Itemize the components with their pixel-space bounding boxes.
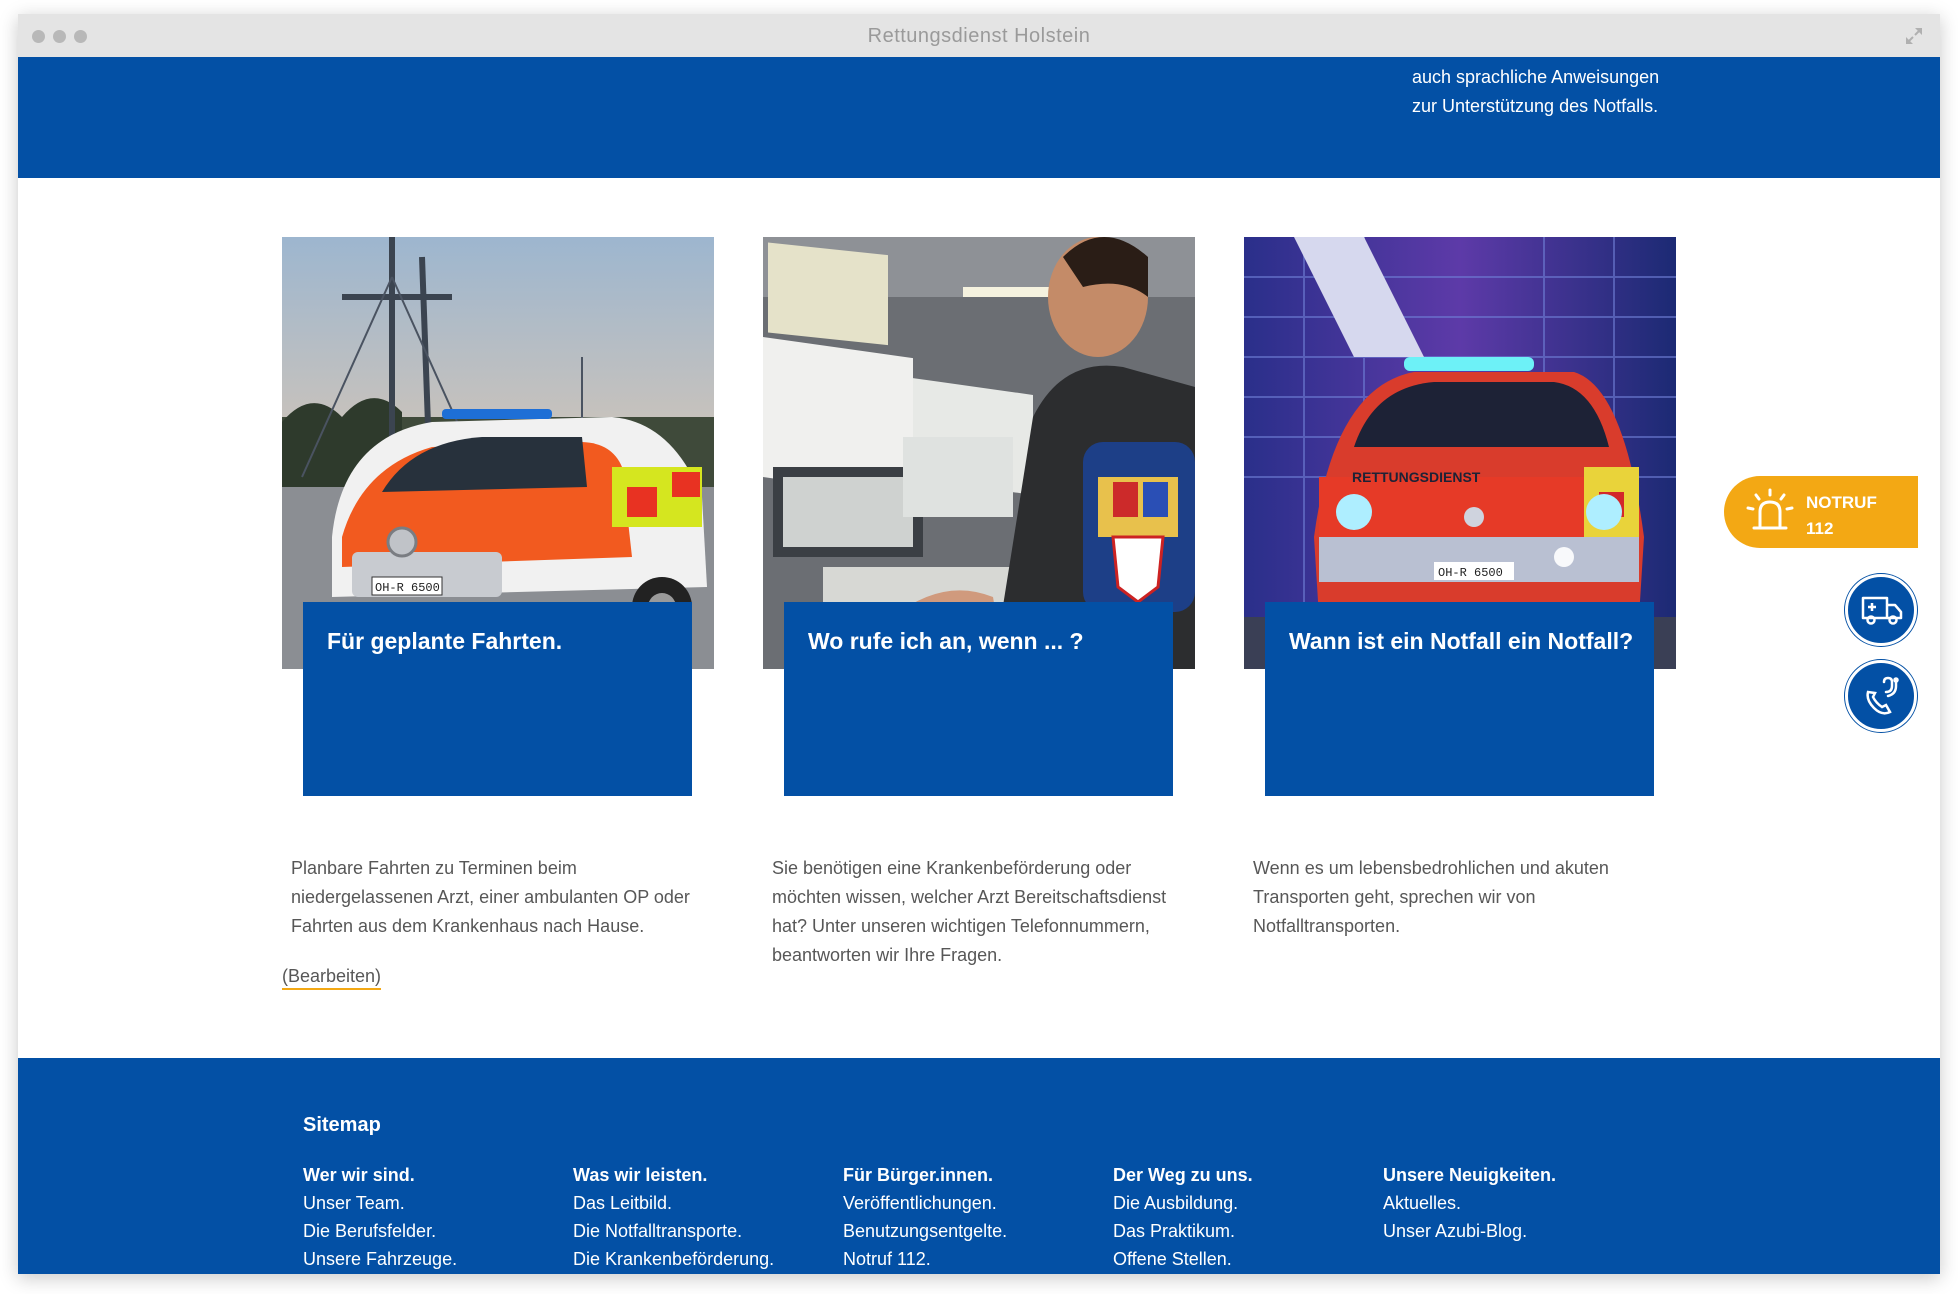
- sitemap-title: Sitemap: [303, 1114, 381, 1136]
- hero-text: auch sprachliche Anweisungen zur Unterst…: [1412, 63, 1659, 121]
- sitemap-link[interactable]: Die Notfalltransporte.: [573, 1217, 823, 1245]
- sitemap-link[interactable]: Die Ausbildung.: [1113, 1189, 1363, 1217]
- ambulance-icon: [1861, 596, 1903, 625]
- card-1-plate-text: OH-R 6500: [375, 581, 440, 595]
- sitemap-link[interactable]: Die Berufsfelder.: [303, 1217, 553, 1245]
- card-title-emergency: Wann ist ein Notfall ein Notfall?: [1289, 628, 1634, 654]
- transport-button[interactable]: [1845, 574, 1917, 646]
- notruf-label-line-1: NOTRUF: [1806, 493, 1877, 512]
- edit-link[interactable]: (Bearbeiten): [282, 966, 382, 990]
- sitemap-column-who-we-are: Wer wir sind. Unser Team. Die Berufsfeld…: [303, 1161, 553, 1273]
- sitemap-heading[interactable]: Was wir leisten.: [573, 1161, 823, 1189]
- card-box-emergency[interactable]: Wann ist ein Notfall ein Notfall?: [1265, 602, 1654, 796]
- notruf-label-line-2: 112: [1806, 519, 1834, 538]
- card-3-plate-text: OH-R 6500: [1438, 566, 1503, 580]
- sitemap-link[interactable]: Das Praktikum.: [1113, 1217, 1363, 1245]
- sitemap-link[interactable]: Benutzungsentgelte.: [843, 1217, 1093, 1245]
- sitemap-column-news: Unsere Neuigkeiten. Aktuelles. Unser Azu…: [1383, 1161, 1633, 1245]
- sitemap-link[interactable]: Unser Team.: [303, 1189, 553, 1217]
- sitemap-link[interactable]: Unser Azubi-Blog.: [1383, 1217, 1633, 1245]
- notruf-button[interactable]: NOTRUF 112: [1724, 476, 1918, 548]
- card-description-planned-rides: Planbare Fahrten zu Terminen beim nieder…: [291, 858, 690, 936]
- browser-window: Rettungsdienst Holstein auch sprachliche…: [18, 14, 1940, 1274]
- hero-text-line-1: auch sprachliche Anweisungen: [1412, 67, 1660, 87]
- sitemap-link[interactable]: Das Leitbild.: [573, 1189, 823, 1217]
- sitemap-heading[interactable]: Unsere Neuigkeiten.: [1383, 1161, 1633, 1189]
- sitemap-link[interactable]: Aktuelles.: [1383, 1189, 1633, 1217]
- sitemap-heading[interactable]: Für Bürger.innen.: [843, 1161, 1093, 1189]
- sitemap-link[interactable]: Veröffentlichungen.: [843, 1189, 1093, 1217]
- siren-icon: [1746, 488, 1794, 530]
- notruf-label: NOTRUF 112: [1806, 490, 1877, 542]
- card-description-emergency: Wenn es um lebensbedrohlichen und akuten…: [1253, 858, 1609, 936]
- card-title-whom-to-call: Wo rufe ich an, wenn ... ?: [808, 628, 1084, 654]
- sitemap-link[interactable]: Unsere Fahrzeuge.: [303, 1245, 553, 1273]
- card-title-planned-rides: Für geplante Fahrten.: [327, 628, 563, 654]
- hero-text-line-2: zur Unterstützung des Notfalls.: [1412, 96, 1659, 116]
- footer: Sitemap Wer wir sind. Unser Team. Die Be…: [18, 1058, 1940, 1274]
- phone-stethoscope-icon: [1866, 676, 1899, 715]
- sitemap-heading[interactable]: Wer wir sind.: [303, 1161, 553, 1189]
- phone-doctor-button[interactable]: [1845, 660, 1917, 732]
- sitemap-column-what-we-do: Was wir leisten. Das Leitbild. Die Notfa…: [573, 1161, 823, 1273]
- sitemap-link[interactable]: Die Krankenbeförderung.: [573, 1245, 823, 1273]
- hero-section: auch sprachliche Anweisungen zur Unterst…: [18, 57, 1940, 178]
- card-description-whom-to-call: Sie benötigen eine Krankenbeförderung od…: [772, 858, 1167, 965]
- window-titlebar: Rettungsdienst Holstein: [18, 14, 1940, 58]
- card-box-whom-to-call[interactable]: Wo rufe ich an, wenn ... ?: [784, 602, 1173, 796]
- card-3-vehicle-label: RETTUNGSDIENST: [1352, 469, 1481, 485]
- fullscreen-icon[interactable]: [1904, 26, 1924, 46]
- sitemap-link[interactable]: Notruf 112.: [843, 1245, 1093, 1273]
- card-box-planned-rides[interactable]: Für geplante Fahrten.: [303, 602, 692, 796]
- sitemap-heading[interactable]: Der Weg zu uns.: [1113, 1161, 1363, 1189]
- sitemap-column-way-to-us: Der Weg zu uns. Die Ausbildung. Das Prak…: [1113, 1161, 1363, 1273]
- page-content: auch sprachliche Anweisungen zur Unterst…: [18, 57, 1940, 1274]
- sitemap-column-for-citizens: Für Bürger.innen. Veröffentlichungen. Be…: [843, 1161, 1093, 1273]
- window-title: Rettungsdienst Holstein: [867, 25, 1091, 47]
- sitemap-link[interactable]: Offene Stellen.: [1113, 1245, 1363, 1273]
